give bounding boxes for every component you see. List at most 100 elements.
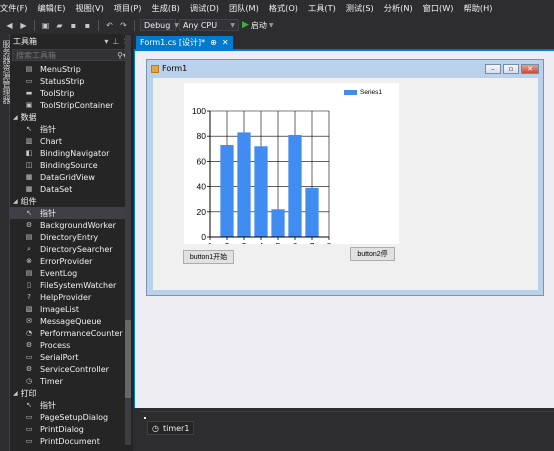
collapse-icon[interactable]: ◢ xyxy=(13,390,18,397)
toolbox-group-header[interactable]: ◢ 组件 xyxy=(10,195,125,207)
y-tick-label: 20 xyxy=(197,207,207,217)
toolbox-item[interactable]: ◧ BindingNavigator xyxy=(10,147,125,159)
toolbox-item[interactable]: ↖ 指针 xyxy=(10,123,125,135)
chevron-down-icon[interactable]: ▼ xyxy=(269,22,274,29)
menu-item[interactable]: 分析(N) xyxy=(379,0,418,17)
toolbox-item[interactable]: ▧ ImageList xyxy=(10,303,125,315)
menu-item[interactable]: 格式(O) xyxy=(264,0,303,17)
toolbox-item[interactable]: ▯ FileSystemWatcher xyxy=(10,279,125,291)
toolbox-item[interactable]: ▦ DataGridView xyxy=(10,171,125,183)
menu-item[interactable]: 生成(B) xyxy=(147,0,185,17)
menu-item[interactable]: 帮助(H) xyxy=(459,0,498,17)
toolbox-group-header[interactable]: ◢ 数据 xyxy=(10,111,125,123)
timer1-label: timer1 xyxy=(162,423,190,433)
toolbox-item[interactable]: ↖ 指针 xyxy=(10,399,125,411)
save-icon[interactable]: ▪ xyxy=(68,20,79,31)
toolbox-item[interactable]: ▭ PrintDialog xyxy=(10,423,125,435)
undo-icon[interactable]: ↶ xyxy=(104,20,115,31)
toolbox-item[interactable]: ◔ PerformanceCounter xyxy=(10,327,125,339)
form1-window[interactable]: Form1 – ▫ ✕ 0 20 40 60 80 100 1 2 3 4 5 6 7 8 Series1… xyxy=(146,59,544,296)
toolbox-item[interactable]: ↖ 指针 xyxy=(10,207,125,219)
toolbox-item[interactable]: ▭ StatusStrip xyxy=(10,75,125,87)
close-icon[interactable]: ✕ xyxy=(521,63,539,74)
scrollbar-thumb[interactable] xyxy=(125,320,131,398)
minimize-icon[interactable]: – xyxy=(485,63,501,74)
menu-item[interactable]: 视图(V) xyxy=(70,0,108,17)
menu-item[interactable]: 工具(T) xyxy=(303,0,341,17)
x-tick-label: 6 xyxy=(293,241,298,244)
timer1-component[interactable]: ◷ timer1 xyxy=(147,421,195,435)
toolbox-item[interactable]: ▭ SerialPort xyxy=(10,351,125,363)
redo-icon[interactable]: ↷ xyxy=(118,20,129,31)
toolbox-search[interactable]: ⚲▾ xyxy=(12,49,131,61)
toolbox-item[interactable]: ▤ EventLog xyxy=(10,267,125,279)
toolbox-group-header[interactable]: ◢ 打印 xyxy=(10,387,125,399)
menu-item[interactable]: 项目(P) xyxy=(109,0,147,17)
menu-item[interactable]: 窗口(W) xyxy=(418,0,459,17)
toolbox-item[interactable]: ⚙ BackgroundWorker xyxy=(10,219,125,231)
button1[interactable]: button1开始 xyxy=(183,250,234,264)
pointer-icon: ↖ xyxy=(26,125,32,133)
configuration-select[interactable]: Debug ▼ xyxy=(140,19,179,31)
pointer-icon: ↖ xyxy=(26,401,32,409)
toolbox-item[interactable]: ▦ DataSet xyxy=(10,183,125,195)
toolbox-scrollbar[interactable] xyxy=(125,35,131,445)
toolbox-item-label: MenuStrip xyxy=(40,64,81,74)
platform-select[interactable]: Any CPU ▼ xyxy=(179,19,239,31)
toolbox-item[interactable]: ⊗ ErrorProvider xyxy=(10,255,125,267)
toolbox-item-label: ErrorProvider xyxy=(40,256,93,266)
toolbox-item[interactable]: ▭ PageSetupDialog xyxy=(10,411,125,423)
toolbox-item[interactable]: ⚙ Process xyxy=(10,339,125,351)
toolbox-item[interactable]: ◷ Timer xyxy=(10,375,125,387)
toolbox-item-label: ToolStrip xyxy=(40,88,75,98)
toolbox-item-label: 指针 xyxy=(40,400,56,410)
tab-form1-designer[interactable]: Form1.cs [设计]* ⊕ ✕ xyxy=(136,36,233,49)
standard-toolbar: ◀ ▶ ▣ ▰ ▪ ▪ ↶ ↷ Debug ▼ Any CPU ▼ ▶ 启动 ▼ xyxy=(0,17,554,33)
toolbox-search-input[interactable] xyxy=(16,50,106,60)
helpprovider-icon: ? xyxy=(27,293,31,301)
collapse-icon[interactable]: ◢ xyxy=(13,198,18,205)
toolbox-item[interactable]: ▤ DirectoryEntry xyxy=(10,231,125,243)
collapse-icon[interactable]: ◢ xyxy=(13,114,18,121)
menu-item[interactable]: 编辑(E) xyxy=(32,0,70,17)
close-icon[interactable]: ✕ xyxy=(222,38,229,47)
process-icon: ⚙ xyxy=(25,341,33,349)
menu-item[interactable]: 调试(D) xyxy=(185,0,224,17)
toolbox-item[interactable]: ◫ BindingSource xyxy=(10,159,125,171)
toolbox-item-label: StatusStrip xyxy=(40,76,85,86)
button2[interactable]: button2停 xyxy=(350,247,395,261)
forward-icon[interactable]: ▶ xyxy=(18,20,29,31)
toolbox-item-label: 打印 xyxy=(20,388,37,398)
toolbox-item[interactable]: ▤ MenuStrip xyxy=(10,63,125,75)
server-explorer-tab[interactable]: 服务器资源管理器 xyxy=(0,34,11,451)
toolstrip-icon: ▬ xyxy=(25,89,33,97)
toolbox-item[interactable]: ⌕ DirectorySearcher xyxy=(10,243,125,255)
toolbox-item[interactable]: ▭ PrintDocument xyxy=(10,435,125,447)
toolbox-item[interactable]: ▣ ToolStripContainer xyxy=(10,99,125,111)
back-icon[interactable]: ◀ xyxy=(4,20,15,31)
pointer-icon: ↖ xyxy=(26,209,32,217)
toolbox-item[interactable]: ▥ Chart xyxy=(10,135,125,147)
new-project-icon[interactable]: ▣ xyxy=(40,20,51,31)
menu-item[interactable]: 测试(S) xyxy=(341,0,379,17)
maximize-icon[interactable]: ▫ xyxy=(503,63,519,74)
toolbar-separator xyxy=(134,19,135,31)
toolbox-item[interactable]: ? HelpProvider xyxy=(10,291,125,303)
x-tick-label: 1 xyxy=(208,241,213,244)
toolbox-item[interactable]: ⚙ ServiceController xyxy=(10,363,125,375)
menu-item[interactable]: 文件(F) xyxy=(0,0,32,17)
pin-icon[interactable]: ⊕ xyxy=(210,38,217,47)
menu-item[interactable]: 团队(M) xyxy=(224,0,264,17)
menu-bar: 文件(F) 编辑(E) 视图(V) 项目(P) 生成(B) 调试(D) 团队(M) 格式(O)… xyxy=(0,0,554,17)
toolbox-item[interactable]: ▬ ToolStrip xyxy=(10,87,125,99)
chart1[interactable]: 0 20 40 60 80 100 1 2 3 4 5 6 7 8 Series1 xyxy=(184,83,399,251)
open-file-icon[interactable]: ▰ xyxy=(54,20,65,31)
save-all-icon[interactable]: ▪ xyxy=(82,20,93,31)
toolbox-item-label: HelpProvider xyxy=(40,292,92,302)
pin-icon[interactable]: ⊥ xyxy=(112,37,119,46)
x-tick-label: 2 xyxy=(225,241,230,244)
toolbox-item-label: MessageQueue xyxy=(40,316,102,326)
toolbox-item[interactable]: ✉ MessageQueue xyxy=(10,315,125,327)
dropdown-icon[interactable]: ▾ xyxy=(104,37,108,46)
start-button[interactable]: ▶ 启动 ▼ xyxy=(242,20,274,31)
